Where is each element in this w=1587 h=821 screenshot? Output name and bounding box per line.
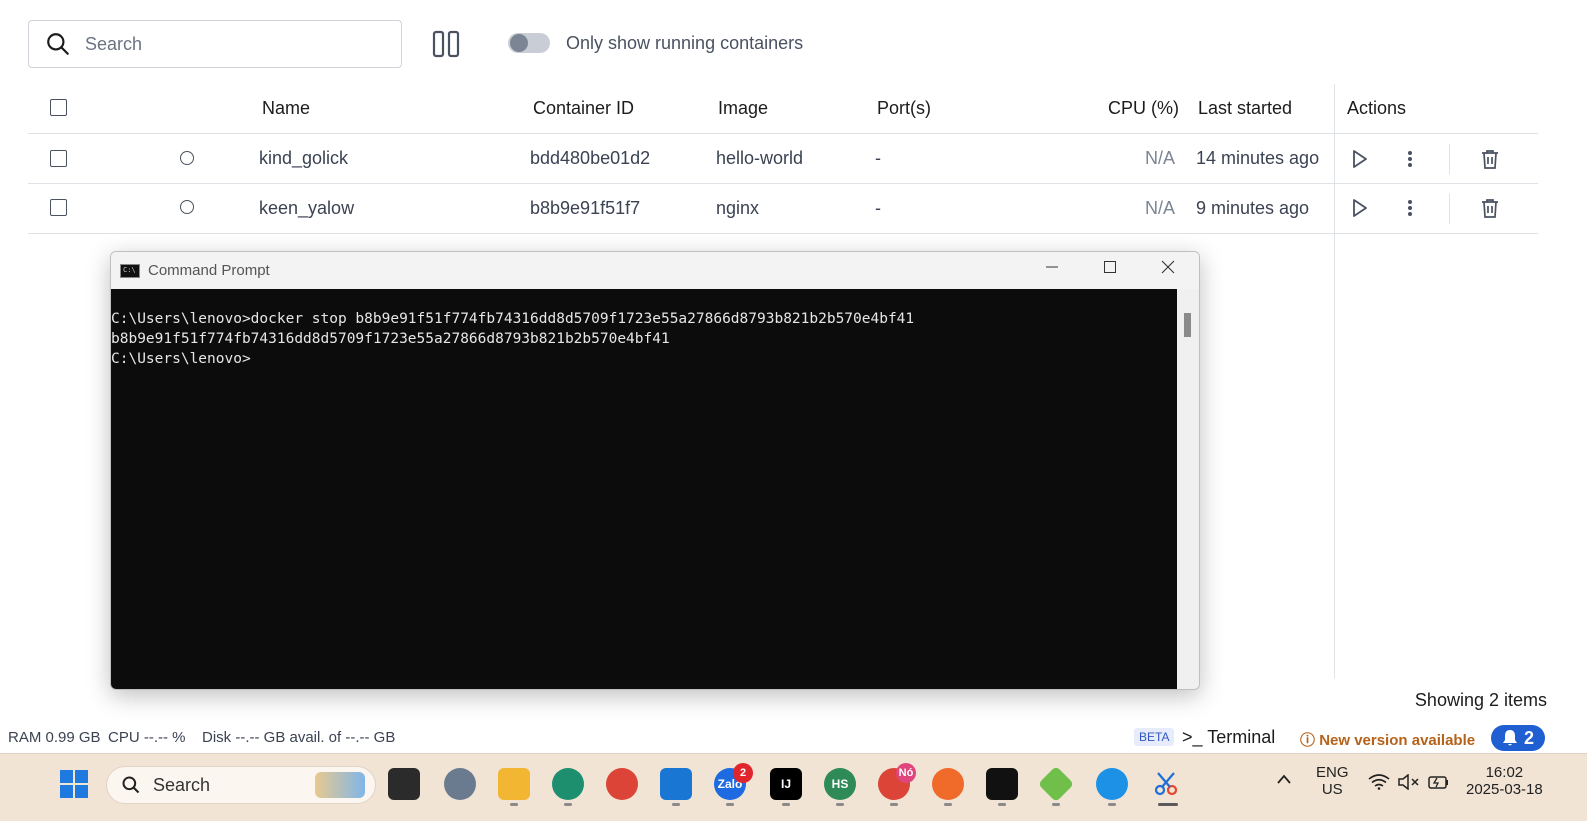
console-line: C:\Users\lenovo>docker stop b8b9e91f51f7… <box>111 311 915 327</box>
actions-column-divider <box>1334 84 1335 678</box>
windows-start-icon[interactable] <box>58 768 90 800</box>
container-last-started: 9 minutes ago <box>1196 198 1310 218</box>
status-bar: RAM 0.99 GB CPU --.-- % Disk --.-- GB av… <box>0 725 1587 753</box>
snipping-tool-icon[interactable] <box>1150 768 1182 800</box>
zalo-badge: 2 <box>733 763 753 783</box>
columns-toggle-icon[interactable] <box>430 28 462 60</box>
container-ports: - <box>875 148 881 168</box>
container-last-started: 14 minutes ago <box>1196 148 1320 168</box>
start-icon[interactable] <box>1346 194 1374 222</box>
terminal-button[interactable]: >_ Terminal <box>1182 727 1275 748</box>
container-id[interactable]: b8b9e91f51f7 <box>530 198 640 219</box>
status-stopped-icon <box>180 200 194 214</box>
search-input[interactable] <box>85 33 365 55</box>
container-id[interactable]: bdd480be01d2 <box>530 148 650 169</box>
container-name[interactable]: kind_golick <box>259 148 348 169</box>
chrome-profile-badge: Nó <box>896 763 916 783</box>
header-last-started[interactable]: Last started <box>1198 98 1292 119</box>
action-divider <box>1449 194 1450 224</box>
header-name[interactable]: Name <box>262 98 310 119</box>
search-icon <box>47 33 69 55</box>
cpu-usage: CPU --.-- % <box>108 729 186 746</box>
search-field[interactable] <box>28 20 402 68</box>
action-divider <box>1449 144 1450 174</box>
notifications-button[interactable]: 2 <box>1491 725 1545 751</box>
header-container-id[interactable]: Container ID <box>533 98 634 119</box>
language-indicator[interactable]: ENG US <box>1316 764 1349 798</box>
git-gui-icon[interactable] <box>1037 765 1075 803</box>
maximize-icon[interactable] <box>1103 260 1117 279</box>
item-count: Showing 2 items <box>1414 690 1547 710</box>
container-name[interactable]: keen_yalow <box>259 198 354 219</box>
table-header: Name Container ID Image Port(s) CPU (%) … <box>28 84 1538 134</box>
cmd-title: Command Prompt <box>148 262 270 279</box>
show-hidden-icons-chevron-icon[interactable] <box>1276 772 1292 789</box>
new-version-link[interactable]: ⓘ New version available <box>1300 729 1475 750</box>
console-output[interactable]: C:\Users\lenovo>docker stop b8b9e91f51f7… <box>111 289 1179 689</box>
windows-taskbar: Search Zalo 2 IJ HS Nó ENG US 16:02 2025… <box>0 753 1587 821</box>
status-stopped-icon <box>180 151 194 165</box>
beta-badge: BETA <box>1134 728 1175 746</box>
header-image[interactable]: Image <box>718 98 768 119</box>
info-icon: ⓘ <box>1300 732 1316 749</box>
header-cpu[interactable]: CPU (%) <box>1108 98 1179 119</box>
container-image[interactable]: nginx <box>716 198 759 219</box>
console-prompt: C:\Users\lenovo> <box>111 351 251 367</box>
delete-icon[interactable] <box>1476 145 1504 173</box>
disk-usage: Disk --.-- GB avail. of --.-- GB <box>202 729 396 746</box>
terminal-icon: >_ <box>1182 727 1203 747</box>
command-prompt-taskbar-icon[interactable] <box>986 768 1018 800</box>
search-highlight-icon <box>315 772 365 798</box>
container-cpu: N/A <box>1145 198 1176 218</box>
ram-usage: RAM 0.99 GB <box>8 729 101 746</box>
bell-icon <box>1502 730 1517 746</box>
cmd-app-icon: C:\ <box>120 263 140 278</box>
intellij-icon[interactable]: IJ <box>770 768 802 800</box>
command-prompt-window[interactable]: C:\ Command Prompt C:\Users\lenovo>docke… <box>110 251 1200 690</box>
running-only-label: Only show running containers <box>566 33 804 53</box>
header-actions: Actions <box>1347 98 1407 118</box>
running-only-toggle[interactable] <box>508 33 550 53</box>
chrome-icon[interactable] <box>606 768 638 800</box>
settings-gear-icon[interactable] <box>444 768 476 800</box>
volume-muted-icon[interactable] <box>1398 773 1420 794</box>
console-line: b8b9e91f51f774fb74316dd8d5709f1723e55a27… <box>111 331 670 347</box>
postman-icon[interactable] <box>932 768 964 800</box>
delete-icon[interactable] <box>1476 194 1504 222</box>
close-icon[interactable] <box>1161 260 1175 279</box>
table-row[interactable]: kind_golick bdd480be01d2 hello-world - N… <box>28 134 1538 184</box>
clock[interactable]: 16:02 2025-03-18 <box>1466 764 1543 798</box>
row-checkbox[interactable] <box>50 150 67 167</box>
start-icon[interactable] <box>1346 145 1374 173</box>
battery-icon[interactable] <box>1428 774 1450 794</box>
header-ports[interactable]: Port(s) <box>877 98 931 119</box>
hs-app-icon[interactable]: HS <box>824 768 856 800</box>
minimize-icon[interactable] <box>1045 260 1059 279</box>
edge-browser-icon[interactable] <box>552 768 584 800</box>
select-all-checkbox[interactable] <box>50 99 67 116</box>
more-options-icon[interactable] <box>1396 145 1424 173</box>
vscode-icon[interactable] <box>660 768 692 800</box>
search-icon <box>122 776 140 794</box>
docker-icon[interactable] <box>1096 768 1128 800</box>
console-scrollbar[interactable] <box>1177 289 1199 689</box>
file-explorer-icon[interactable] <box>498 768 530 800</box>
taskbar-search-label: Search <box>153 774 211 795</box>
container-image[interactable]: hello-world <box>716 148 803 169</box>
taskbar-search[interactable]: Search <box>106 766 376 804</box>
cmd-title-bar[interactable]: C:\ Command Prompt <box>111 252 1199 289</box>
container-cpu: N/A <box>1145 148 1176 168</box>
wifi-icon[interactable] <box>1368 774 1390 794</box>
table-row[interactable]: keen_yalow b8b9e91f51f7 nginx - N/A 9 mi… <box>28 184 1538 234</box>
container-ports: - <box>875 198 881 218</box>
row-checkbox[interactable] <box>50 199 67 216</box>
task-view-icon[interactable] <box>388 768 420 800</box>
more-options-icon[interactable] <box>1396 194 1424 222</box>
